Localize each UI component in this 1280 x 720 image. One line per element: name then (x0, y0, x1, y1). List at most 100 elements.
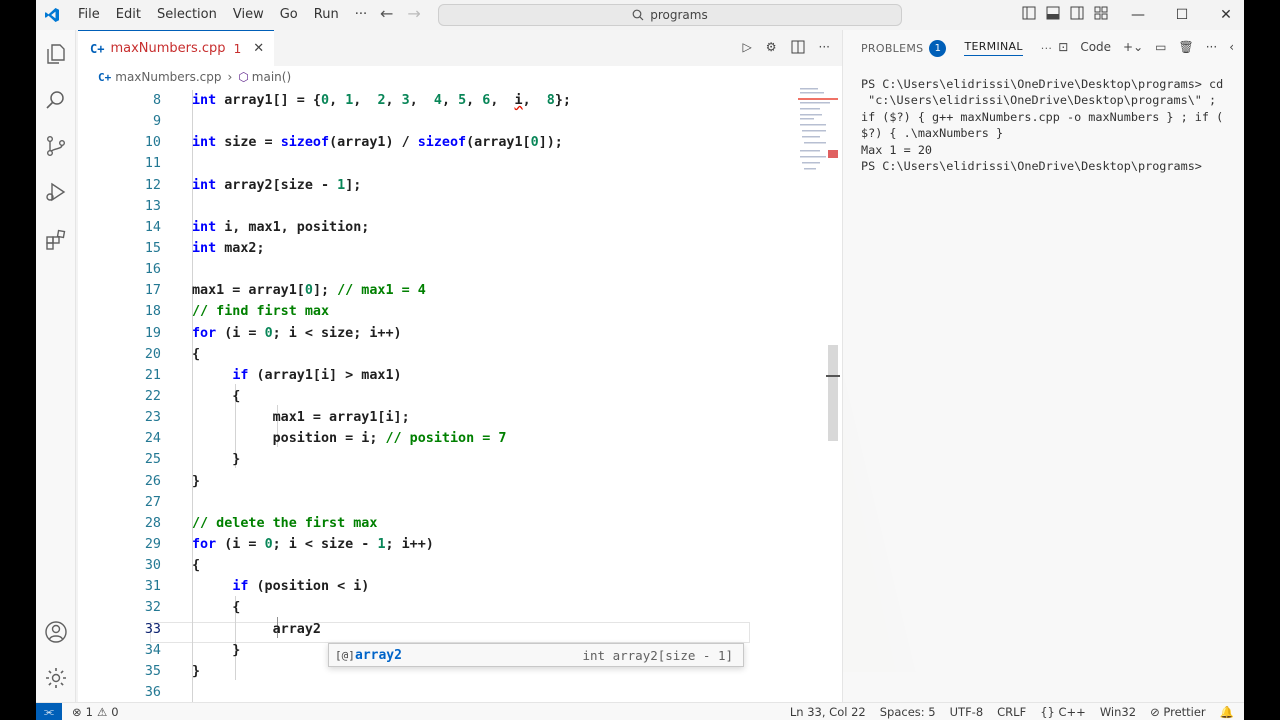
code-line[interactable]: 22 { (78, 386, 842, 407)
maximize-icon[interactable]: ☐ (1160, 0, 1204, 30)
editor-scrollbar[interactable] (826, 90, 840, 702)
trash-icon[interactable]: 🗑 (1179, 40, 1194, 54)
line-source[interactable]: { (192, 344, 200, 365)
menu-edit[interactable]: Edit (108, 0, 149, 30)
code-line[interactable]: 24 position = i; // position = 7 (78, 428, 842, 449)
more-actions-icon[interactable]: ··· (819, 40, 830, 54)
code-line[interactable]: 26} (78, 471, 842, 492)
command-center-search[interactable]: programs (438, 4, 902, 26)
toggle-sidebar-icon[interactable] (1022, 6, 1036, 20)
code-line[interactable]: 13 (78, 196, 842, 217)
code-line[interactable]: 32 { (78, 597, 842, 618)
run-file-icon[interactable]: ▷ (743, 40, 752, 54)
menu-more[interactable]: ··· (347, 0, 375, 30)
code-line[interactable]: 29 for (i = 0; i < size - 1; i++) (78, 534, 842, 555)
code-line[interactable]: 14 int i, max1, position; (78, 217, 842, 238)
line-source[interactable]: } (192, 471, 200, 492)
menu-file[interactable]: File (70, 0, 108, 30)
autocomplete-suggestion[interactable]: [@] array2 int array2[size - 1] (328, 643, 744, 667)
code-line[interactable]: 18 // find first max (78, 301, 842, 322)
remote-indicator-icon[interactable]: ⫘ (36, 702, 62, 720)
collapse-panel-icon[interactable]: ‹ (1229, 40, 1234, 54)
line-source[interactable]: { (192, 555, 200, 576)
status-cursor-position[interactable]: Ln 33, Col 22 (790, 705, 866, 719)
scrollbar-thumb[interactable] (828, 345, 838, 441)
tab-problems[interactable]: PROBLEMS 1 (861, 39, 947, 57)
code-line[interactable]: 15 int max2; (78, 238, 842, 259)
line-source[interactable]: if (array1[i] > max1) (192, 365, 401, 386)
menu-selection[interactable]: Selection (149, 0, 225, 30)
status-platform[interactable]: Win32 (1100, 705, 1136, 719)
search-view-icon[interactable] (44, 88, 68, 112)
explorer-icon[interactable] (44, 42, 68, 66)
line-source[interactable]: } (192, 640, 240, 661)
settings-icon[interactable]: ⚙ (766, 40, 777, 54)
code-line[interactable]: 10 int size = sizeof(array1) / sizeof(arr… (78, 132, 842, 153)
line-source[interactable]: // delete the first max (192, 513, 377, 534)
line-source[interactable]: array2 (192, 619, 321, 640)
split-editor-icon[interactable] (791, 40, 805, 54)
code-line[interactable]: 33 array2 (78, 619, 842, 640)
code-line[interactable]: 23 max1 = array1[i]; (78, 407, 842, 428)
close-icon[interactable]: ✕ (253, 41, 264, 56)
menu-run[interactable]: Run (306, 0, 347, 30)
breadcrumb-file[interactable]: maxNumbers.cpp (115, 70, 221, 84)
tab-terminal[interactable]: TERMINAL (964, 40, 1023, 56)
line-source[interactable]: } (192, 661, 200, 682)
code-line[interactable]: 16 (78, 259, 842, 280)
line-source[interactable]: int i, max1, position; (192, 217, 369, 238)
line-source[interactable]: } (192, 449, 240, 470)
status-problems[interactable]: ⊗ 1 ⚠ 0 (72, 705, 119, 719)
code-line[interactable]: 11 (78, 153, 842, 174)
status-encoding[interactable]: UTF-8 (950, 705, 984, 719)
breadcrumb-symbol[interactable]: main() (252, 70, 291, 84)
toggle-panel-icon[interactable] (1046, 6, 1060, 20)
line-source[interactable]: { (192, 386, 240, 407)
line-source[interactable]: int size = sizeof(array1) / sizeof(array… (192, 132, 563, 153)
code-line[interactable]: 31 if (position < i) (78, 576, 842, 597)
line-source[interactable]: max1 = array1[0]; // max1 = 4 (192, 280, 426, 301)
close-window-icon[interactable]: ✕ (1204, 0, 1244, 30)
code-line[interactable]: 27 (78, 492, 842, 513)
tab-maxnumbers[interactable]: C+ maxNumbers.cpp 1 ✕ (78, 30, 275, 66)
line-source[interactable]: int array1[] = {0, 1, 2, 3, 4, 5, 6, i, … (192, 90, 571, 111)
line-source[interactable]: { (192, 597, 240, 618)
new-terminal-icon[interactable]: +⌄ (1123, 40, 1143, 54)
extensions-icon[interactable] (44, 228, 68, 252)
code-line[interactable]: 21 if (array1[i] > max1) (78, 365, 842, 386)
status-indentation[interactable]: Spaces: 5 (880, 705, 936, 719)
notifications-bell-icon[interactable]: 🔔 (1220, 705, 1234, 719)
code-line[interactable]: 28 // delete the first max (78, 513, 842, 534)
source-control-icon[interactable] (44, 134, 68, 158)
code-line[interactable]: 12 int array2[size - 1]; (78, 175, 842, 196)
status-eol[interactable]: CRLF (997, 705, 1026, 719)
run-debug-icon[interactable] (44, 180, 68, 204)
code-line[interactable]: 19 for (i = 0; i < size; i++) (78, 323, 842, 344)
status-formatter[interactable]: ⊘ Prettier (1150, 705, 1206, 719)
split-terminal-icon[interactable]: ▭ (1155, 40, 1166, 54)
line-source[interactable]: position = i; // position = 7 (192, 428, 507, 449)
toggle-secondary-sidebar-icon[interactable] (1070, 6, 1084, 20)
panel-more-icon[interactable]: ··· (1041, 42, 1052, 55)
line-source[interactable]: int array2[size - 1]; (192, 175, 361, 196)
status-language[interactable]: {} C++ (1040, 705, 1086, 719)
line-source[interactable]: for (i = 0; i < size - 1; i++) (192, 534, 434, 555)
line-source[interactable]: max1 = array1[i]; (192, 407, 410, 428)
line-source[interactable]: int max2; (192, 238, 265, 259)
menu-go[interactable]: Go (272, 0, 306, 30)
customize-layout-icon[interactable] (1094, 6, 1108, 20)
code-lines[interactable]: 8 int array1[] = {0, 1, 2, 3, 4, 5, 6, i,… (78, 90, 842, 702)
line-source[interactable]: if (position < i) (192, 576, 369, 597)
code-line[interactable]: 30 { (78, 555, 842, 576)
menu-view[interactable]: View (225, 0, 272, 30)
line-source[interactable]: for (i = 0; i < size; i++) (192, 323, 402, 344)
code-line[interactable]: 36 (78, 682, 842, 702)
back-arrow-icon[interactable]: ← (380, 4, 393, 23)
line-source[interactable]: // find first max (192, 301, 329, 322)
code-line[interactable]: 25 } (78, 449, 842, 470)
minimize-icon[interactable]: — (1116, 0, 1160, 30)
code-line[interactable]: 8 int array1[] = {0, 1, 2, 3, 4, 5, 6, i,… (78, 90, 842, 111)
forward-arrow-icon[interactable]: → (407, 4, 420, 23)
terminal-output[interactable]: PS C:\Users\elidrissi\OneDrive\Desktop\p… (861, 76, 1231, 174)
more-actions-icon[interactable]: ··· (1206, 40, 1217, 54)
